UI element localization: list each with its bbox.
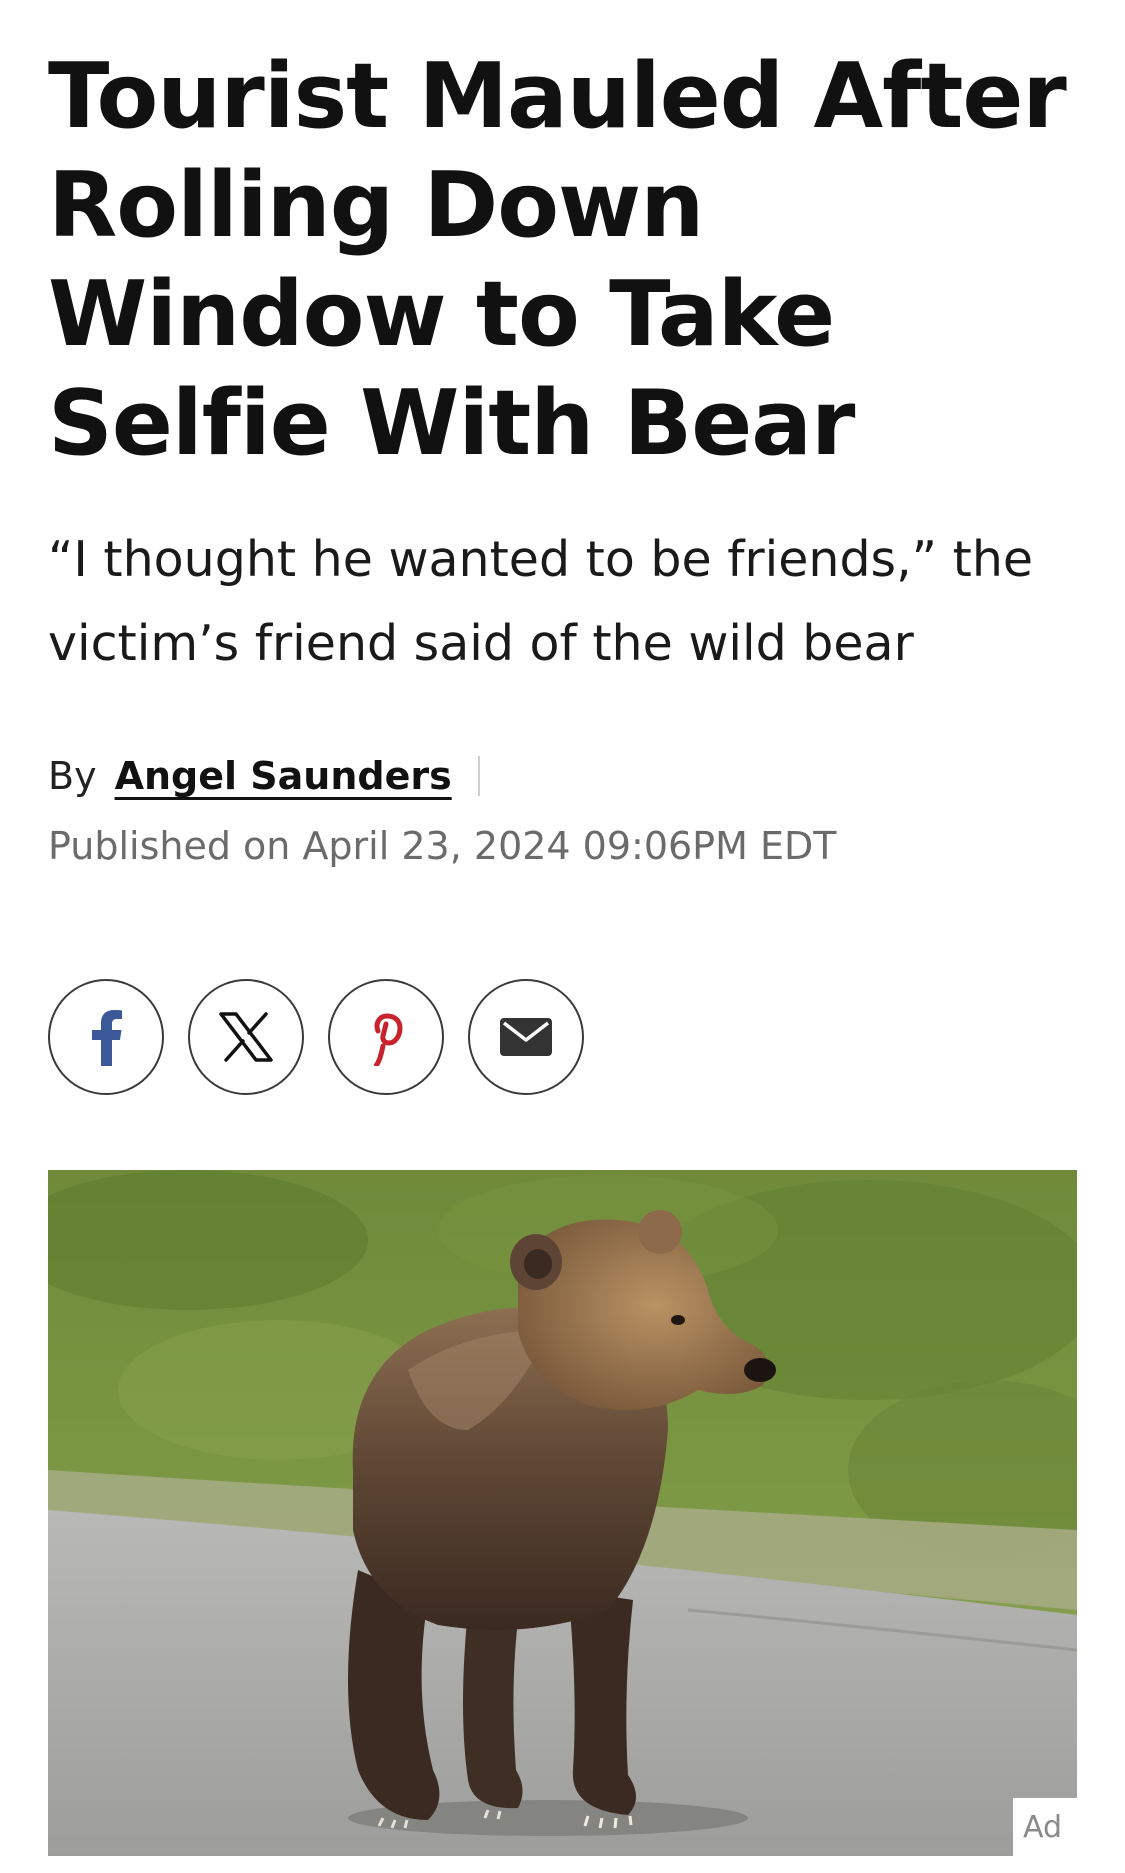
- byline-divider: [477, 756, 480, 796]
- email-icon: [500, 1018, 552, 1056]
- share-buttons: [48, 979, 584, 1095]
- share-facebook-button[interactable]: [48, 979, 164, 1095]
- author-link[interactable]: Angel Saunders: [115, 754, 452, 798]
- article-hero-image: Ad: [48, 1170, 1077, 1856]
- published-date: Published on April 23, 2024 09:06PM EDT: [48, 824, 837, 868]
- x-icon: [219, 1012, 273, 1062]
- facebook-icon: [92, 1010, 122, 1066]
- byline-prefix: By: [48, 754, 97, 798]
- share-pinterest-button[interactable]: [328, 979, 444, 1095]
- article-headline: Tourist Mauled After Rolling Down Window…: [48, 44, 1067, 476]
- pinterest-icon: [374, 1013, 403, 1066]
- byline: By Angel Saunders: [48, 746, 480, 806]
- share-email-button[interactable]: [468, 979, 584, 1095]
- share-x-button[interactable]: [188, 979, 304, 1095]
- article-dek: “I thought he wanted to be friends,” the…: [48, 531, 1034, 672]
- bear-photo: [48, 1170, 1077, 1856]
- ad-label: Ad: [1013, 1798, 1077, 1856]
